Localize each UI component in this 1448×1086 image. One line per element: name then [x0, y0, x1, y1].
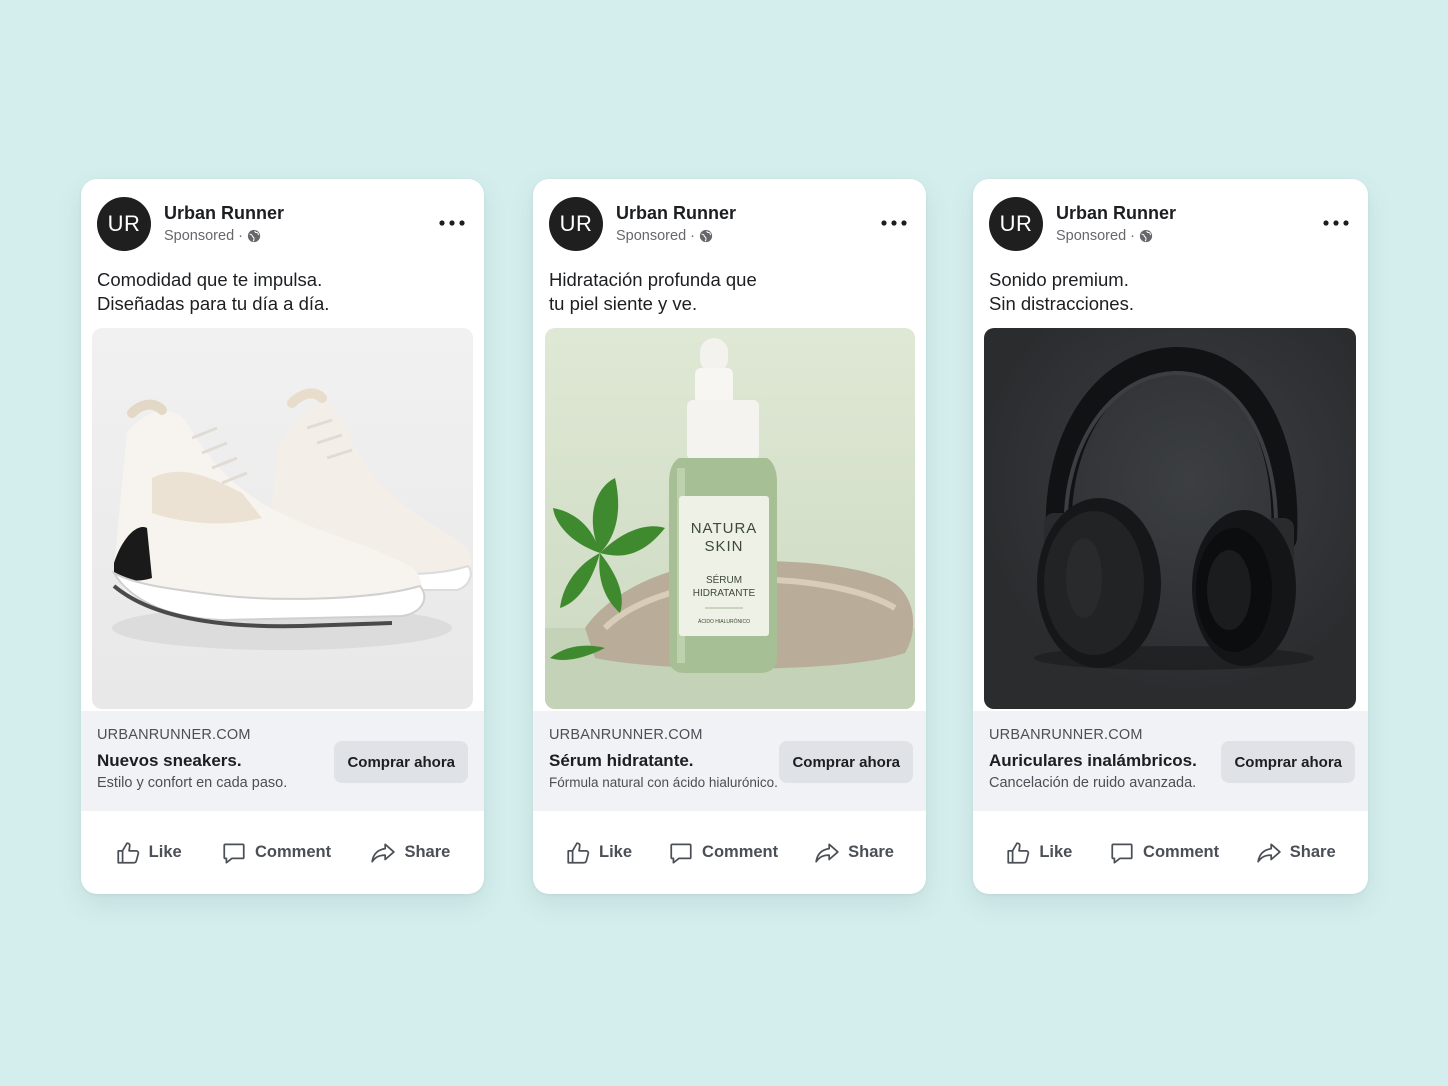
post-header: UR Urban Runner Sponsored · — [97, 197, 468, 251]
globe-icon — [247, 229, 261, 243]
link-description: Estilo y confort en cada paso. — [97, 775, 288, 791]
product-image-sneakers[interactable] — [92, 328, 473, 709]
comment-button[interactable]: Comment — [221, 840, 331, 866]
page-name[interactable]: Urban Runner — [164, 203, 284, 224]
ad-post-card: UR Urban Runner Sponsored · Sonido premi… — [973, 179, 1368, 894]
globe-icon — [1139, 229, 1153, 243]
comment-label: Comment — [255, 843, 332, 861]
like-button[interactable]: Like — [1005, 840, 1072, 866]
page-name[interactable]: Urban Runner — [616, 203, 736, 224]
post-actions: Like Comment Share — [533, 811, 926, 894]
caption-line: Hidratación profunda que — [549, 269, 757, 290]
comment-icon — [670, 842, 692, 864]
avatar[interactable]: UR — [989, 197, 1043, 251]
globe-icon — [699, 229, 713, 243]
share-icon — [371, 842, 396, 863]
link-description: Cancelación de ruido avanzada. — [989, 775, 1197, 791]
like-button[interactable]: Like — [115, 840, 182, 866]
post-caption: Hidratación profunda que tu piel siente … — [549, 268, 910, 316]
like-icon — [567, 841, 590, 864]
post-actions: Like Comment Share — [81, 811, 484, 894]
link-description: Fórmula natural con ácido hialurónico. — [549, 775, 778, 790]
share-button[interactable]: Share — [814, 840, 894, 866]
like-label: Like — [1039, 843, 1073, 861]
share-button[interactable]: Share — [1256, 840, 1336, 866]
comment-button[interactable]: Comment — [1109, 840, 1219, 866]
post-caption: Comodidad que te impulsa. Diseñadas para… — [97, 268, 468, 316]
sponsored-label-row: Sponsored · — [164, 228, 261, 244]
more-options-button[interactable] — [436, 211, 468, 235]
link-domain: URBANRUNNER.COM — [989, 727, 1143, 743]
bottle-small-text: ÁCIDO HIALURÓNICO — [698, 618, 750, 625]
product-image-headphones[interactable] — [984, 328, 1356, 709]
shop-now-button[interactable]: Comprar ahora — [779, 741, 913, 783]
sponsored-label: Sponsored · — [1056, 228, 1135, 244]
sponsored-label-row: Sponsored · — [1056, 228, 1153, 244]
post-caption: Sonido premium. Sin distracciones. — [989, 268, 1352, 316]
more-icon — [439, 220, 465, 226]
product-image-serum[interactable]: NATURA SKIN SÉRUM HIDRATANTE ÁCIDO HIALU… — [545, 328, 915, 709]
share-button[interactable]: Share — [370, 840, 450, 866]
more-options-button[interactable] — [1320, 211, 1352, 235]
comment-label: Comment — [1143, 843, 1220, 861]
caption-line: Diseñadas para tu día a día. — [97, 293, 330, 314]
caption-line: Sonido premium. — [989, 269, 1129, 290]
bottle-product-line1: SÉRUM — [706, 573, 742, 586]
share-icon — [1257, 842, 1281, 863]
share-label: Share — [848, 843, 894, 861]
share-label: Share — [1289, 843, 1336, 861]
more-icon — [881, 220, 907, 226]
comment-button[interactable]: Comment — [668, 840, 778, 866]
sponsored-label-row: Sponsored · — [616, 228, 713, 244]
link-domain: URBANRUNNER.COM — [97, 727, 251, 743]
bottle-brand-line1: NATURA — [691, 520, 758, 537]
more-icon — [1323, 220, 1349, 226]
link-domain: URBANRUNNER.COM — [549, 727, 703, 743]
link-headline: Nuevos sneakers. — [97, 751, 242, 770]
caption-line: Comodidad que te impulsa. — [97, 269, 323, 290]
sponsored-label: Sponsored · — [616, 228, 695, 244]
like-label: Like — [148, 843, 182, 861]
like-button[interactable]: Like — [565, 840, 632, 866]
link-headline: Auriculares inalámbricos. — [989, 751, 1197, 770]
comment-label: Comment — [702, 843, 779, 861]
sponsored-label: Sponsored · — [164, 228, 243, 244]
like-icon — [1007, 841, 1030, 864]
share-icon — [815, 842, 839, 863]
link-headline: Sérum hidratante. — [549, 751, 694, 770]
bottle-product-line2: HIDRATANTE — [693, 588, 756, 599]
avatar[interactable]: UR — [97, 197, 151, 251]
caption-line: Sin distracciones. — [989, 293, 1134, 314]
like-icon — [117, 841, 139, 864]
like-label: Like — [599, 843, 633, 861]
link-preview[interactable]: URBANRUNNER.COM Auriculares inalámbricos… — [973, 711, 1368, 811]
comment-icon — [1111, 842, 1133, 864]
link-preview[interactable]: URBANRUNNER.COM Sérum hidratante. Fórmul… — [533, 711, 926, 811]
shop-now-button[interactable]: Comprar ahora — [1221, 741, 1355, 783]
link-preview[interactable]: URBANRUNNER.COM Nuevos sneakers. Estilo … — [81, 711, 484, 811]
post-header: UR Urban Runner Sponsored · — [549, 197, 910, 251]
comment-icon — [223, 842, 245, 864]
ad-post-card: UR Urban Runner Sponsored · Comodidad qu… — [81, 179, 484, 894]
more-options-button[interactable] — [878, 211, 910, 235]
share-label: Share — [404, 843, 451, 861]
post-actions: Like Comment Share — [973, 811, 1368, 894]
caption-line: tu piel siente y ve. — [549, 293, 698, 314]
page-name[interactable]: Urban Runner — [1056, 203, 1176, 224]
ad-post-card: UR Urban Runner Sponsored · Hidratación … — [533, 179, 926, 894]
shop-now-button[interactable]: Comprar ahora — [334, 741, 468, 783]
avatar[interactable]: UR — [549, 197, 603, 251]
post-header: UR Urban Runner Sponsored · — [989, 197, 1352, 251]
bottle-brand-line2: SKIN — [704, 538, 743, 555]
